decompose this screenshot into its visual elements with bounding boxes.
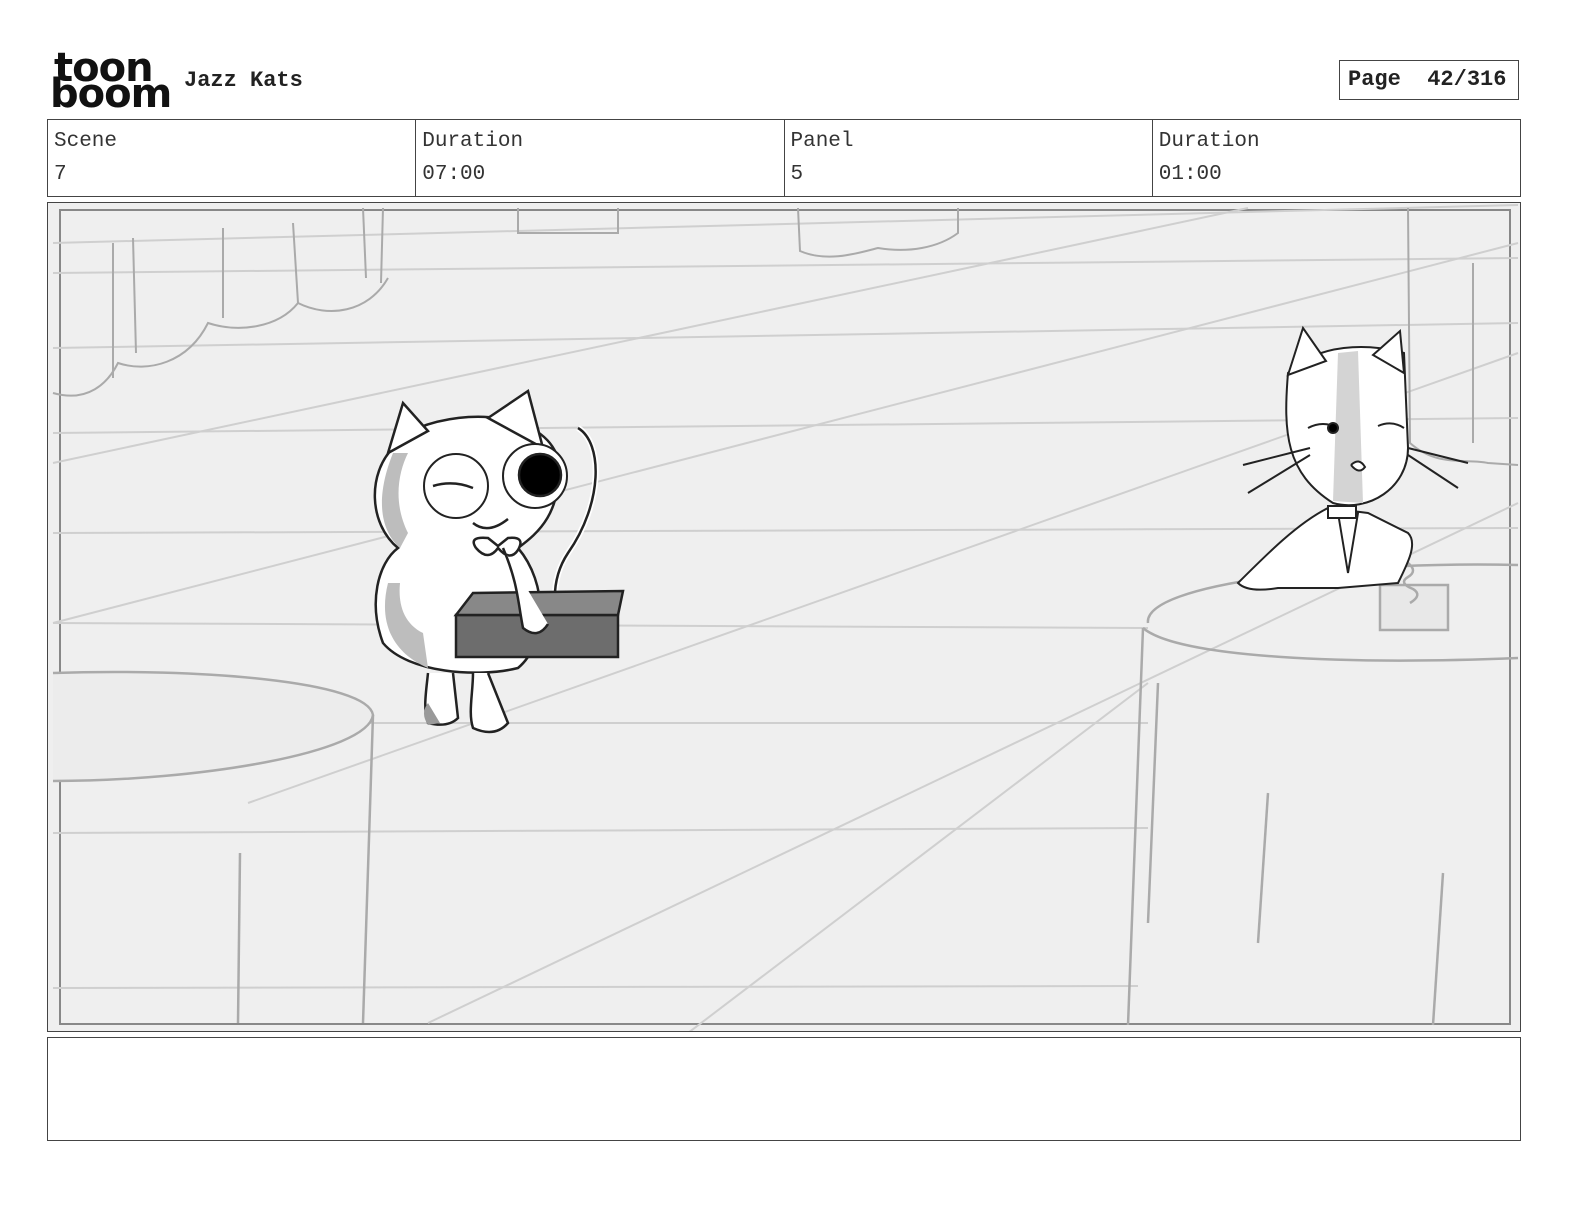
- host-cat: [1236, 325, 1469, 591]
- panel-notes[interactable]: [47, 1037, 1521, 1141]
- right-table: [1126, 562, 1519, 1026]
- panel-info-row: Scene 7 Duration 07:00 Panel 5 Duration …: [47, 119, 1521, 197]
- panel-duration-value: 01:00: [1158, 163, 1222, 186]
- jazz-cat: [373, 388, 625, 734]
- floor-lines: [52, 204, 1519, 1031]
- toon-boom-logo: toon boom: [50, 48, 172, 114]
- scene-value: 7: [54, 163, 67, 186]
- scene-duration-cell: Duration 07:00: [416, 120, 785, 196]
- page-label: Page: [1348, 67, 1401, 92]
- project-title: Jazz Kats: [184, 68, 303, 93]
- scene-duration-label: Duration: [422, 130, 524, 153]
- left-table: [52, 670, 375, 1024]
- panel-duration-label: Duration: [1158, 130, 1260, 153]
- logo-line-2: boom: [50, 71, 172, 117]
- page-indicator: Page 42/316: [1339, 60, 1519, 100]
- panel-duration-cell: Duration 01:00: [1153, 120, 1520, 196]
- panel-cell: Panel 5: [785, 120, 1153, 196]
- storyboard-panel: [47, 202, 1521, 1032]
- panel-label: Panel: [790, 130, 854, 153]
- scene-duration-value: 07:00: [422, 163, 486, 186]
- page-number: 42/316: [1427, 67, 1507, 92]
- scene-label: Scene: [54, 130, 118, 153]
- scene-cell: Scene 7: [48, 120, 417, 196]
- safe-frame: [59, 209, 1511, 1025]
- panel-sketch: [52, 204, 1519, 1031]
- panel-value: 5: [790, 163, 804, 186]
